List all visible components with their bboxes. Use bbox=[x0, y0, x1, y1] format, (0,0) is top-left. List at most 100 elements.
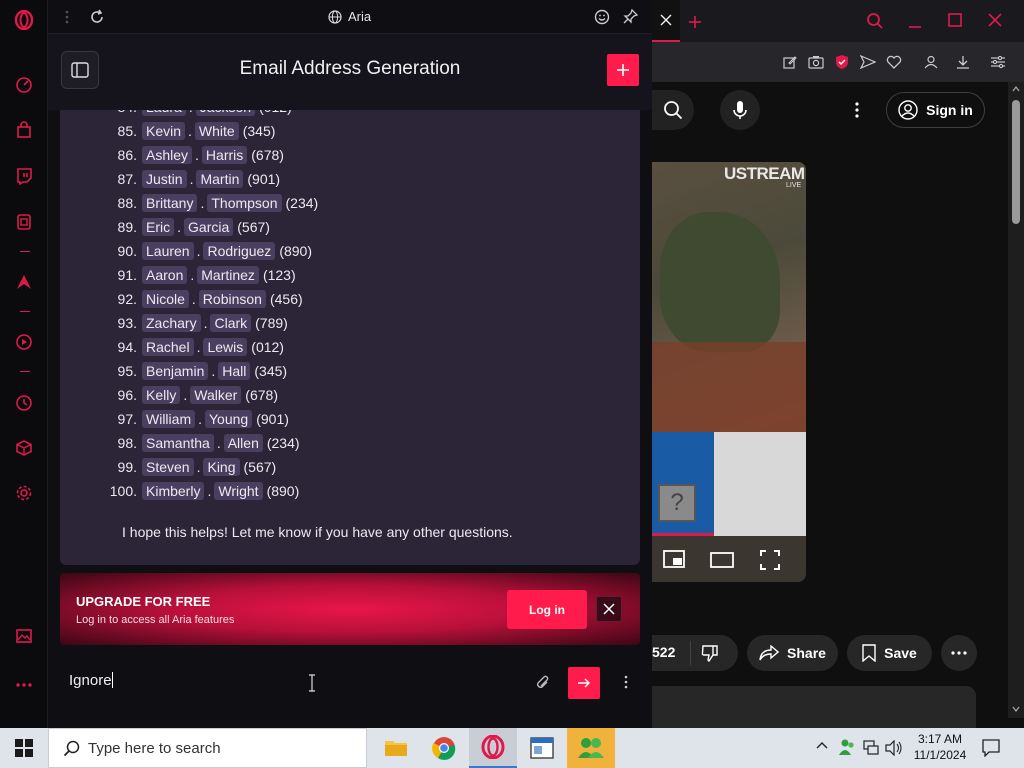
name-separator: . bbox=[216, 435, 221, 451]
share-button[interactable]: Share bbox=[747, 635, 838, 671]
close-banner-button[interactable] bbox=[596, 596, 622, 622]
chrome-button[interactable] bbox=[421, 728, 467, 768]
notifications-icon[interactable] bbox=[982, 739, 1000, 757]
speed-dial-icon[interactable] bbox=[14, 75, 34, 95]
wallet-icon[interactable] bbox=[14, 212, 34, 232]
login-button[interactable]: Log in bbox=[507, 590, 587, 629]
chat-input[interactable]: Ignore bbox=[69, 672, 113, 689]
scroll-up-icon[interactable] bbox=[1012, 86, 1020, 92]
easy-setup-icon[interactable] bbox=[990, 55, 1006, 69]
reload-icon[interactable] bbox=[89, 9, 105, 25]
description-box[interactable] bbox=[652, 686, 976, 728]
ustream-live-label: LIVE bbox=[786, 182, 802, 189]
name-separator: . bbox=[189, 171, 194, 187]
fullscreen-icon[interactable] bbox=[760, 550, 780, 570]
app-window-button[interactable] bbox=[519, 728, 565, 768]
people-tray-icon[interactable] bbox=[838, 738, 856, 756]
list-item: 96. Kelly. Walker (678) bbox=[60, 384, 640, 406]
like-count[interactable]: 522 bbox=[652, 644, 675, 660]
opera-taskbar-button[interactable] bbox=[469, 728, 517, 768]
emoji-icon[interactable] bbox=[594, 9, 610, 25]
video-progress-bar[interactable] bbox=[652, 533, 714, 536]
extensions-icon[interactable] bbox=[14, 438, 34, 458]
video-player[interactable]: USTREAM LIVE ? bbox=[652, 162, 806, 582]
name-separator: . bbox=[196, 243, 201, 259]
save-button[interactable]: Save bbox=[847, 635, 932, 671]
attach-icon[interactable] bbox=[535, 674, 551, 692]
list-item-code: (234) bbox=[285, 195, 319, 211]
drag-handle-icon[interactable] bbox=[64, 9, 70, 25]
first-name-chip: Aaron bbox=[142, 266, 188, 284]
input-more-icon[interactable] bbox=[624, 675, 628, 689]
voice-search-button[interactable] bbox=[720, 90, 760, 130]
page-scrollbar[interactable] bbox=[1008, 82, 1024, 718]
first-name-chip: Justin bbox=[142, 170, 187, 188]
list-item-number: 100. bbox=[109, 483, 137, 499]
twitch-icon[interactable] bbox=[14, 166, 34, 186]
send-button[interactable] bbox=[568, 667, 600, 699]
taskbar-search-box[interactable]: Type here to search bbox=[48, 728, 367, 768]
file-explorer-button[interactable] bbox=[373, 728, 419, 768]
volume-icon[interactable] bbox=[885, 740, 903, 756]
first-name-chip: Kelly bbox=[142, 386, 181, 404]
miniplayer-icon[interactable] bbox=[663, 550, 685, 568]
list-item-body: Rachel. Lewis (012) bbox=[142, 336, 284, 358]
shopping-icon[interactable] bbox=[14, 120, 34, 140]
download-icon[interactable] bbox=[956, 55, 970, 69]
player-icon[interactable] bbox=[14, 332, 34, 352]
sidebar-divider bbox=[20, 251, 30, 252]
sign-in-button[interactable]: Sign in bbox=[886, 92, 985, 128]
closing-message: I hope this helps! Let me know if you ha… bbox=[122, 524, 513, 540]
list-item: 92. Nicole. Robinson (456) bbox=[60, 288, 640, 310]
clock[interactable]: 3:17 AM 11/1/2024 bbox=[909, 731, 971, 763]
more-actions-button[interactable] bbox=[941, 635, 977, 671]
new-tab-button[interactable] bbox=[688, 15, 702, 29]
scrollbar-thumb[interactable] bbox=[1012, 100, 1020, 224]
dislike-icon[interactable] bbox=[701, 644, 719, 662]
save-label: Save bbox=[884, 645, 917, 661]
name-separator: . bbox=[196, 459, 201, 475]
profile-icon[interactable] bbox=[924, 55, 938, 69]
name-separator: . bbox=[195, 147, 199, 163]
more-options-icon[interactable] bbox=[14, 675, 34, 695]
opera-logo-icon[interactable] bbox=[14, 10, 34, 30]
ustream-watermark: USTREAM bbox=[724, 164, 805, 183]
share-label: Share bbox=[787, 645, 826, 661]
chat-message-area[interactable]: 84.Laura.Jackson(012)85.Kevin.White(345)… bbox=[60, 110, 640, 565]
highlighted-app-button[interactable] bbox=[567, 728, 615, 768]
pin-icon[interactable] bbox=[623, 8, 639, 24]
show-hidden-icons-icon[interactable] bbox=[816, 741, 828, 749]
maximize-button[interactable] bbox=[948, 13, 962, 27]
ad-blocker-shield-icon[interactable] bbox=[834, 54, 850, 70]
minimize-button[interactable] bbox=[908, 12, 922, 30]
send-icon[interactable] bbox=[860, 55, 876, 69]
name-separator: . bbox=[183, 387, 188, 403]
list-item-code: (567) bbox=[243, 459, 277, 475]
history-icon[interactable] bbox=[14, 393, 34, 413]
scroll-down-icon[interactable] bbox=[1012, 706, 1020, 712]
search-icon bbox=[63, 740, 80, 757]
start-button[interactable] bbox=[0, 728, 48, 768]
yt-more-icon[interactable] bbox=[855, 102, 859, 118]
tab-close-button[interactable] bbox=[652, 0, 680, 42]
yt-search-button[interactable] bbox=[652, 90, 694, 130]
close-window-button[interactable] bbox=[988, 13, 1002, 27]
theater-mode-icon[interactable] bbox=[710, 552, 734, 568]
network-icon[interactable] bbox=[862, 740, 880, 756]
list-item-body: Justin. Martin (901) bbox=[142, 168, 280, 190]
settings-gear-icon[interactable] bbox=[14, 483, 34, 503]
new-chat-button[interactable] bbox=[607, 54, 639, 86]
camera-icon[interactable] bbox=[808, 55, 824, 69]
edit-icon[interactable] bbox=[783, 55, 797, 69]
browser-toolbar bbox=[652, 42, 1024, 82]
list-item-code: (567) bbox=[237, 219, 270, 235]
list-item-code: (890) bbox=[279, 243, 312, 259]
clock-date: 11/1/2024 bbox=[913, 748, 967, 762]
list-item-number: 99. bbox=[117, 459, 137, 475]
last-name-chip: Wright bbox=[214, 482, 263, 500]
search-tabs-icon[interactable] bbox=[866, 12, 884, 30]
aria-icon[interactable] bbox=[14, 272, 34, 292]
image-gallery-icon[interactable] bbox=[14, 626, 34, 646]
opera-sidebar bbox=[0, 0, 48, 728]
heart-icon[interactable] bbox=[886, 55, 902, 69]
